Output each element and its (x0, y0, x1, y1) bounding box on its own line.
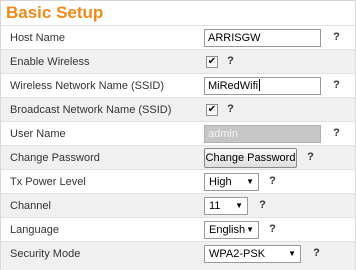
security-mode-value: WPA2-PSK (209, 248, 266, 260)
help-icon[interactable]: ? (225, 103, 236, 116)
help-icon[interactable]: ? (257, 199, 268, 212)
help-icon[interactable]: ? (267, 223, 278, 236)
help-icon[interactable]: ? (311, 247, 322, 260)
row-enable-wireless: Enable Wireless ✔ ? (1, 49, 355, 74)
change-password-label: Change Password (10, 152, 100, 164)
basic-setup-panel: Basic Setup Host Name ARRISGW ? Enable W… (0, 0, 356, 270)
language-label: Language (10, 224, 59, 236)
host-name-label: Host Name (10, 32, 66, 44)
language-select[interactable]: English ▼ (204, 221, 259, 239)
user-name-label: User Name (10, 128, 66, 140)
help-icon[interactable]: ? (331, 31, 342, 44)
security-mode-select[interactable]: WPA2-PSK ▼ (204, 245, 301, 263)
host-name-input[interactable]: ARRISGW (204, 29, 321, 47)
help-icon[interactable]: ? (267, 175, 278, 188)
help-icon[interactable]: ? (305, 151, 316, 164)
broadcast-ssid-checkbox[interactable]: ✔ (206, 104, 218, 116)
row-user-name: User Name admin ? (1, 121, 355, 146)
tx-power-select[interactable]: High ▼ (204, 173, 259, 191)
row-host-name: Host Name ARRISGW ? (1, 25, 355, 50)
help-icon[interactable]: ? (225, 55, 236, 68)
ssid-value: MiRedWifi (208, 80, 259, 92)
row-tx-power: Tx Power Level High ▼ ? (1, 169, 355, 194)
enable-wireless-label: Enable Wireless (10, 56, 90, 68)
channel-select[interactable]: 11 ▼ (204, 197, 248, 215)
row-broadcast-ssid: Broadcast Network Name (SSID) ✔ ? (1, 97, 355, 122)
tx-power-label: Tx Power Level (10, 176, 86, 188)
text-cursor (259, 79, 261, 91)
page-title: Basic Setup (6, 3, 104, 22)
user-name-input: admin (204, 125, 321, 143)
row-channel: Channel 11 ▼ ? (1, 193, 355, 218)
security-mode-label: Security Mode (10, 248, 81, 260)
channel-label: Channel (10, 200, 51, 212)
language-value: English (209, 224, 246, 236)
channel-value: 11 (209, 200, 221, 212)
ssid-input[interactable]: MiRedWifi (204, 77, 321, 95)
chevron-down-icon: ▼ (288, 249, 296, 258)
tx-power-value: High (209, 176, 232, 188)
chevron-down-icon: ▼ (246, 177, 254, 186)
ssid-label: Wireless Network Name (SSID) (10, 80, 165, 92)
row-security-mode: Security Mode WPA2-PSK ▼ ? (1, 241, 355, 270)
change-password-button[interactable]: Change Password (204, 148, 297, 168)
broadcast-ssid-label: Broadcast Network Name (SSID) (10, 104, 172, 116)
row-change-password: Change Password Change Password ? (1, 145, 355, 170)
help-icon[interactable]: ? (331, 127, 342, 140)
help-icon[interactable]: ? (331, 79, 342, 92)
chevron-down-icon: ▼ (246, 225, 254, 234)
row-ssid: Wireless Network Name (SSID) MiRedWifi ? (1, 73, 355, 98)
chevron-down-icon: ▼ (235, 201, 243, 210)
enable-wireless-checkbox[interactable]: ✔ (206, 56, 218, 68)
row-language: Language English ▼ ? (1, 217, 355, 242)
